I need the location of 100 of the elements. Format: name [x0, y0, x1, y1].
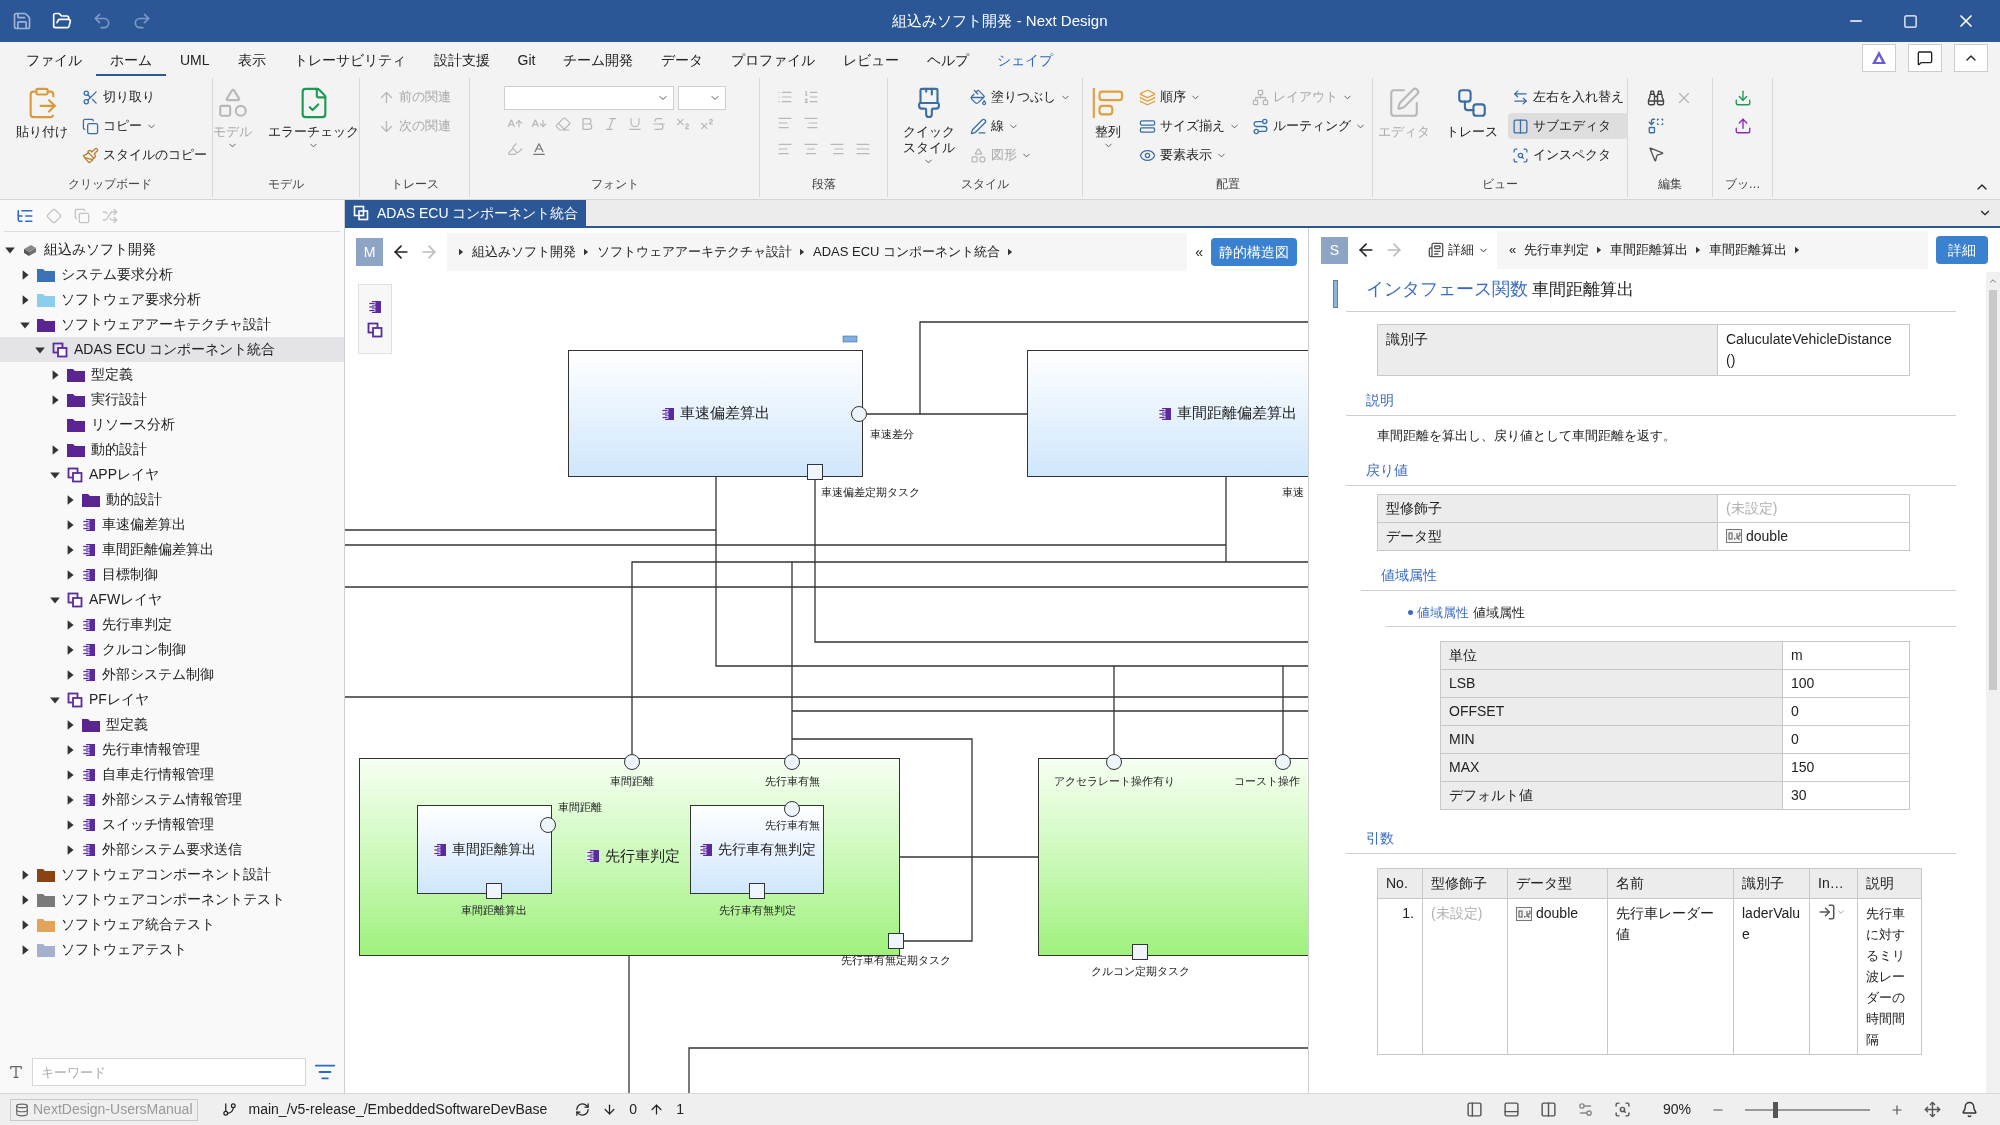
- tree-item[interactable]: PFレイヤ: [0, 687, 344, 712]
- feedback-button[interactable]: [1908, 44, 1942, 72]
- ribbon-button[interactable]: エラーチェック: [262, 82, 365, 153]
- save-icon[interactable]: [12, 11, 32, 31]
- collapse-glyph[interactable]: «: [1195, 241, 1203, 263]
- menu-tab[interactable]: チーム開発: [549, 46, 648, 76]
- tree-item[interactable]: ADAS ECU コンポーネント統合: [0, 337, 344, 362]
- tree-item[interactable]: クルコン制御: [0, 637, 344, 662]
- ribbon-button[interactable]: 順序: [1135, 84, 1244, 110]
- menu-tab[interactable]: ファイル: [12, 46, 96, 76]
- scrollbar[interactable]: [1986, 272, 2000, 1093]
- tree-item[interactable]: 先行車判定: [0, 612, 344, 637]
- ribbon-button[interactable]: 左右を入れ替え: [1508, 84, 1628, 110]
- column-header[interactable]: No.: [1377, 868, 1423, 899]
- columns-icon[interactable]: [1539, 1101, 1557, 1118]
- menu-tab[interactable]: シェイプ: [983, 46, 1068, 76]
- menu-tab[interactable]: 設計支援: [419, 46, 504, 76]
- tree-item[interactable]: ソフトウェア要求分析: [0, 287, 344, 312]
- panel-bottom-icon[interactable]: [1502, 1101, 1520, 1118]
- panel-left-icon[interactable]: [1465, 1101, 1483, 1118]
- zoom-slider[interactable]: [1745, 1101, 1870, 1118]
- tree-item[interactable]: 外部システム情報管理: [0, 787, 344, 812]
- tree-item[interactable]: 車速偏差算出: [0, 512, 344, 537]
- tree-item[interactable]: システム要求分析: [0, 262, 344, 287]
- ribbon-button[interactable]: クイックスタイル: [895, 82, 962, 169]
- tree-item[interactable]: AFWレイヤ: [0, 587, 344, 612]
- inspect-icon[interactable]: [1613, 1101, 1631, 1118]
- menu-tab[interactable]: 表示: [223, 46, 280, 76]
- column-header[interactable]: 説明: [1857, 868, 1922, 899]
- tree-item[interactable]: 実行設計: [0, 387, 344, 412]
- tree-item[interactable]: 目標制御: [0, 562, 344, 587]
- tree-item[interactable]: 先行車情報管理: [0, 737, 344, 762]
- tree-item[interactable]: ソフトウェアコンポーネントテスト: [0, 887, 344, 912]
- menu-tab[interactable]: ヘルプ: [913, 46, 984, 76]
- collapse-glyph[interactable]: «: [1509, 240, 1517, 260]
- menu-tab[interactable]: レビュー: [829, 46, 914, 76]
- tree-item[interactable]: 外部システム要求送信: [0, 837, 344, 862]
- tree-item[interactable]: 動的設計: [0, 437, 344, 462]
- menu-tab[interactable]: トレーサビリティ: [279, 46, 420, 76]
- notification-icon[interactable]: [1961, 1101, 1978, 1118]
- tree-item[interactable]: 自車走行情報管理: [0, 762, 344, 787]
- undo-icon[interactable]: [92, 11, 112, 31]
- sync-icon[interactable]: [575, 1102, 591, 1117]
- column-header[interactable]: データ型: [1507, 868, 1608, 899]
- tree-item[interactable]: 組込みソフト開発: [0, 237, 344, 262]
- app-logo-button[interactable]: [1862, 44, 1896, 72]
- ribbon-button[interactable]: 要素表示: [1135, 142, 1244, 168]
- ribbon-button[interactable]: 線: [965, 113, 1075, 139]
- menu-tab[interactable]: UML: [166, 46, 224, 76]
- tree-item[interactable]: ソフトウェアテスト: [0, 937, 344, 962]
- search-field[interactable]: キーワード: [32, 1058, 306, 1086]
- ribbon-button[interactable]: ルーティング: [1248, 113, 1370, 139]
- ribbon-button[interactable]: トレース: [1440, 82, 1504, 142]
- menu-tab[interactable]: ホーム: [96, 46, 166, 76]
- column-header[interactable]: 名前: [1607, 868, 1734, 899]
- ribbon-button[interactable]: 貼り付け: [9, 82, 74, 142]
- document-tab[interactable]: ADAS ECU コンポーネント統合: [345, 200, 587, 226]
- ribbon-button[interactable]: サイズ揃え: [1135, 113, 1244, 139]
- menu-tab[interactable]: データ: [647, 46, 718, 76]
- tree-item[interactable]: スイッチ情報管理: [0, 812, 344, 837]
- tree-item[interactable]: 車間距離偏差算出: [0, 537, 344, 562]
- font-size-field[interactable]: [677, 86, 726, 110]
- font-family-field[interactable]: [503, 86, 674, 110]
- tree-item[interactable]: 型定義: [0, 712, 344, 737]
- maximize-icon[interactable]: [1903, 13, 1918, 29]
- tree-item[interactable]: ソフトウェアコンポーネント設計: [0, 862, 344, 887]
- ribbon-button[interactable]: 塗りつぶし: [965, 84, 1075, 110]
- slider-thumb[interactable]: [1773, 1101, 1778, 1118]
- fit-icon[interactable]: [1924, 1101, 1941, 1118]
- ribbon-button[interactable]: インスペクタ: [1508, 142, 1628, 168]
- menu-tab[interactable]: プロファイル: [717, 46, 830, 76]
- details-button[interactable]: 詳細: [1936, 236, 1988, 264]
- breadcrumb-item[interactable]: ADAS ECU コンポーネント統合: [813, 242, 1001, 262]
- column-header[interactable]: In…: [1809, 868, 1858, 899]
- package-tool[interactable]: [367, 322, 383, 338]
- view-dropdown[interactable]: 詳細: [1428, 240, 1489, 260]
- breadcrumb-item[interactable]: 先行車判定: [1524, 240, 1590, 260]
- breadcrumb-item[interactable]: 車間距離算出: [1709, 240, 1788, 260]
- open-folder-icon[interactable]: [52, 11, 72, 31]
- breadcrumb-item[interactable]: ソフトウェアアーキテクチャ設計: [597, 242, 792, 262]
- settings-icon[interactable]: [1576, 1101, 1594, 1118]
- component-tool[interactable]: [368, 300, 382, 314]
- tree-item[interactable]: 外部システム制御: [0, 662, 344, 687]
- tree-item[interactable]: APPレイヤ: [0, 462, 344, 487]
- breadcrumb-item[interactable]: 車間距離算出: [1610, 240, 1689, 260]
- tree-item[interactable]: 動的設計: [0, 487, 344, 512]
- ribbon-button[interactable]: サブエディタ: [1508, 113, 1628, 139]
- column-header[interactable]: 型修飾子: [1422, 868, 1508, 899]
- redo-icon[interactable]: [132, 11, 152, 31]
- column-header[interactable]: 識別子: [1733, 868, 1810, 899]
- tree-item[interactable]: 型定義: [0, 362, 344, 387]
- breadcrumb-item[interactable]: 組込みソフト開発: [472, 242, 576, 262]
- tree-item[interactable]: ソフトウェア統合テスト: [0, 912, 344, 937]
- tree-item[interactable]: ソフトウェアアーキテクチャ設計: [0, 312, 344, 337]
- zoom-in-icon[interactable]: [1890, 1102, 1904, 1117]
- direction-dropdown[interactable]: [1818, 903, 1846, 921]
- collapse-ribbon-button[interactable]: [1954, 44, 1988, 72]
- diagram-view-button[interactable]: 静的構造図: [1211, 238, 1297, 266]
- tree-item[interactable]: リソース分析: [0, 412, 344, 437]
- scroll-thumb[interactable]: [1989, 290, 1997, 690]
